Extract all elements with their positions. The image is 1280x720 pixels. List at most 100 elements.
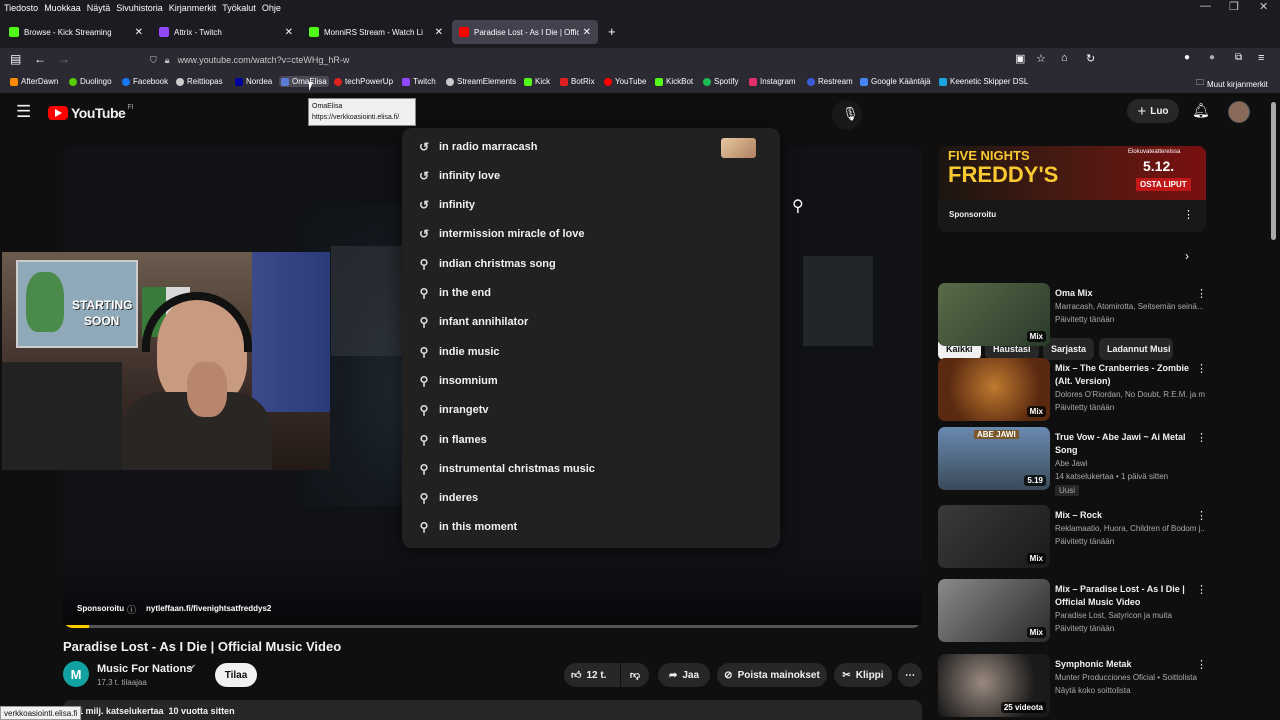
suggestion-item[interactable]: ⚲ in this moment bbox=[402, 513, 780, 542]
tab-monnirs[interactable]: MonniRS Stream - Watch Li ✕ bbox=[302, 20, 450, 44]
recommendation-item[interactable]: Mix Mix – Paradise Lost - As I Die | Off… bbox=[938, 579, 1207, 645]
menu-help[interactable]: Ohje bbox=[262, 3, 281, 13]
channel-avatar[interactable]: M bbox=[63, 661, 89, 687]
lock-icon[interactable]: 🔒︎ bbox=[165, 55, 170, 66]
channel-name[interactable]: Music For Nations bbox=[97, 663, 192, 675]
bookmark-keenetic[interactable]: Keenetic Skipper DSL bbox=[939, 77, 1028, 86]
more-vert-icon[interactable]: ⋮ bbox=[1196, 509, 1207, 522]
bookmark-star-icon[interactable]: ☆ bbox=[1036, 52, 1046, 65]
dislike-button[interactable]: 👎︎ bbox=[621, 663, 649, 687]
bookmark-reittiopas[interactable]: Reittiopas bbox=[176, 77, 223, 86]
new-tab-icon[interactable]: + bbox=[608, 24, 616, 39]
more-vert-icon[interactable]: ⋮ bbox=[1196, 431, 1207, 444]
tab-twitch[interactable]: Attrix - Twitch ✕ bbox=[152, 20, 300, 44]
bookmark-spotify[interactable]: Spotify bbox=[703, 77, 738, 86]
info-icon[interactable]: ⓘ bbox=[127, 603, 136, 616]
ad-link[interactable]: nytleffaan.fi/fivenightsatfreddys2 bbox=[146, 604, 271, 613]
tab-kick[interactable]: Browse - Kick Streaming ✕ bbox=[2, 20, 150, 44]
create-button[interactable]: + Luo bbox=[1127, 99, 1179, 123]
bookmark-omaelisa[interactable]: OmaElisa bbox=[279, 76, 329, 87]
search-button[interactable]: ⚲ bbox=[780, 192, 824, 220]
reader-view-icon[interactable]: ▣ bbox=[1015, 52, 1025, 65]
suggestion-item[interactable]: ↺ infinity bbox=[402, 191, 780, 220]
bookmark-twitch[interactable]: Twitch bbox=[402, 77, 436, 86]
remove-ads-button[interactable]: ⊘ Poista mainokset bbox=[717, 663, 827, 687]
bookmark-botrix[interactable]: BotRix bbox=[560, 77, 595, 86]
share-button[interactable]: ➦ Jaa bbox=[658, 663, 710, 687]
menu-view[interactable]: Näytä bbox=[87, 3, 111, 13]
bookmark-google-translate[interactable]: Google Kääntäjä bbox=[860, 77, 931, 86]
suggestion-item[interactable]: ⚲ indie music bbox=[402, 337, 780, 366]
more-vert-icon[interactable]: ⋮ bbox=[1196, 658, 1207, 671]
scrollbar-thumb[interactable] bbox=[1271, 102, 1276, 240]
avatar[interactable] bbox=[1228, 101, 1250, 123]
bookmark-duolingo[interactable]: Duolingo bbox=[69, 77, 112, 86]
suggestion-item[interactable]: ⚲ in the end bbox=[402, 279, 780, 308]
tab-youtube-active[interactable]: Paradise Lost - As I Die | Official ✕ bbox=[452, 20, 598, 44]
close-tab-icon[interactable]: ✕ bbox=[135, 27, 143, 38]
ad-banner[interactable]: FIVE NIGHTS FREDDY'S Elokuvateattereissa… bbox=[938, 146, 1206, 232]
youtube-logo[interactable]: YouTube FI bbox=[48, 104, 134, 121]
suggestion-item[interactable]: ↺ intermission miracle of love bbox=[402, 220, 780, 249]
address-bar[interactable]: ⛉ 🔒︎ www.youtube.com/watch?v=cteWHg_hR-w bbox=[150, 50, 1070, 70]
more-vert-icon[interactable]: ⋮ bbox=[1196, 583, 1207, 596]
suggestion-item[interactable]: ⚲ insomnium bbox=[402, 366, 780, 395]
guide-menu-icon[interactable]: ☰ bbox=[16, 102, 31, 122]
suggestion-item[interactable]: ⚲ infant annihilator bbox=[402, 308, 780, 337]
extensions-puzzle-icon[interactable]: ⧉ bbox=[1235, 52, 1242, 63]
close-tab-icon[interactable]: ✕ bbox=[435, 27, 443, 38]
reload-icon[interactable]: ↻ bbox=[1086, 52, 1095, 65]
close-window-icon[interactable]: ✕ bbox=[1259, 0, 1268, 13]
suggestion-item[interactable]: ⚲ inrangetv bbox=[402, 396, 780, 425]
bookmark-kick[interactable]: Kick bbox=[524, 77, 550, 86]
recommendation-item[interactable]: Mix Oma Mix Marracash, Atomirotta, Seits… bbox=[938, 283, 1207, 349]
description-box[interactable]: 1 milj. katselukertaa 10 vuotta sitten bbox=[63, 700, 922, 720]
recommendation-item[interactable]: Mix Mix – The Cranberries - Zombie (Alt.… bbox=[938, 358, 1207, 424]
clip-button[interactable]: ✂ Klippi bbox=[834, 663, 892, 687]
more-vert-icon[interactable]: ⋮ bbox=[1196, 362, 1207, 375]
forward-icon[interactable]: → bbox=[58, 52, 70, 66]
more-actions-button[interactable]: ⋯ bbox=[898, 663, 922, 687]
subscribe-button[interactable]: Tilaa bbox=[215, 663, 257, 687]
voice-search-button[interactable]: 🎙︎ bbox=[832, 100, 862, 130]
like-button[interactable]: 👍︎ 12 t. bbox=[564, 663, 620, 687]
bookmark-kickbot[interactable]: KickBot bbox=[655, 77, 693, 86]
recommendation-item[interactable]: 25 videota Symphonic Metak Munter Produc… bbox=[938, 654, 1207, 720]
menu-bookmarks[interactable]: Kirjanmerkit bbox=[169, 3, 217, 13]
notifications-bell-icon[interactable]: 🔔︎ bbox=[1192, 102, 1210, 119]
suggestion-item[interactable]: ⚲ indian christmas song bbox=[402, 249, 780, 278]
more-vert-icon[interactable]: ⋮ bbox=[1196, 287, 1207, 300]
bookmark-facebook[interactable]: Facebook bbox=[122, 77, 168, 86]
recommendation-item[interactable]: ABE JAWI 5.19 True Vow - Abe Jawi ~ Ai M… bbox=[938, 427, 1207, 496]
suggestion-item[interactable]: ↺ infinity love bbox=[402, 161, 780, 190]
menu-file[interactable]: Tiedosto bbox=[4, 3, 38, 13]
close-tab-icon[interactable]: ✕ bbox=[583, 27, 591, 38]
progress-bar[interactable] bbox=[63, 625, 922, 628]
extension-icon[interactable]: ● bbox=[1184, 52, 1190, 63]
bookmark-restream[interactable]: Restream bbox=[807, 77, 853, 86]
restore-icon[interactable]: ❐ bbox=[1229, 0, 1239, 13]
suggestion-item[interactable]: ↺ in radio marracash bbox=[402, 132, 780, 161]
chevron-right-icon[interactable]: › bbox=[1185, 249, 1189, 263]
bookmark-afterdawn[interactable]: AfterDawn bbox=[10, 77, 58, 86]
home-icon[interactable]: ⌂ bbox=[1061, 52, 1068, 64]
back-icon[interactable]: ← bbox=[34, 52, 46, 66]
shield-icon[interactable]: ⛉ bbox=[150, 55, 157, 66]
close-tab-icon[interactable]: ✕ bbox=[285, 27, 293, 38]
suggestion-item[interactable]: ⚲ inderes bbox=[402, 484, 780, 513]
menu-history[interactable]: Sivuhistoria bbox=[116, 3, 163, 13]
bookmark-instagram[interactable]: Instagram bbox=[749, 77, 796, 86]
menu-edit[interactable]: Muokkaa bbox=[44, 3, 81, 13]
suggestion-item[interactable]: ⚲ in flames bbox=[402, 425, 780, 454]
bookmark-nordea[interactable]: Nordea bbox=[235, 77, 272, 86]
bookmark-techpowerup[interactable]: techPowerUp bbox=[334, 77, 393, 86]
sidebar-icon[interactable]: ▤ bbox=[10, 52, 21, 66]
bookmark-youtube[interactable]: YouTube bbox=[604, 77, 646, 86]
more-vert-icon[interactable]: ⋮ bbox=[1183, 208, 1194, 221]
recommendation-item[interactable]: Mix Mix – Rock Reklamaatio, Huora, Child… bbox=[938, 505, 1207, 571]
minimize-icon[interactable]: — bbox=[1200, 0, 1211, 12]
menu-tools[interactable]: Työkalut bbox=[222, 3, 256, 13]
bookmark-streamelements[interactable]: StreamElements bbox=[446, 77, 516, 86]
other-bookmarks[interactable]: 🗀︎ Muut kirjanmerkit bbox=[1196, 77, 1268, 91]
account-icon[interactable]: ● bbox=[1209, 52, 1215, 63]
